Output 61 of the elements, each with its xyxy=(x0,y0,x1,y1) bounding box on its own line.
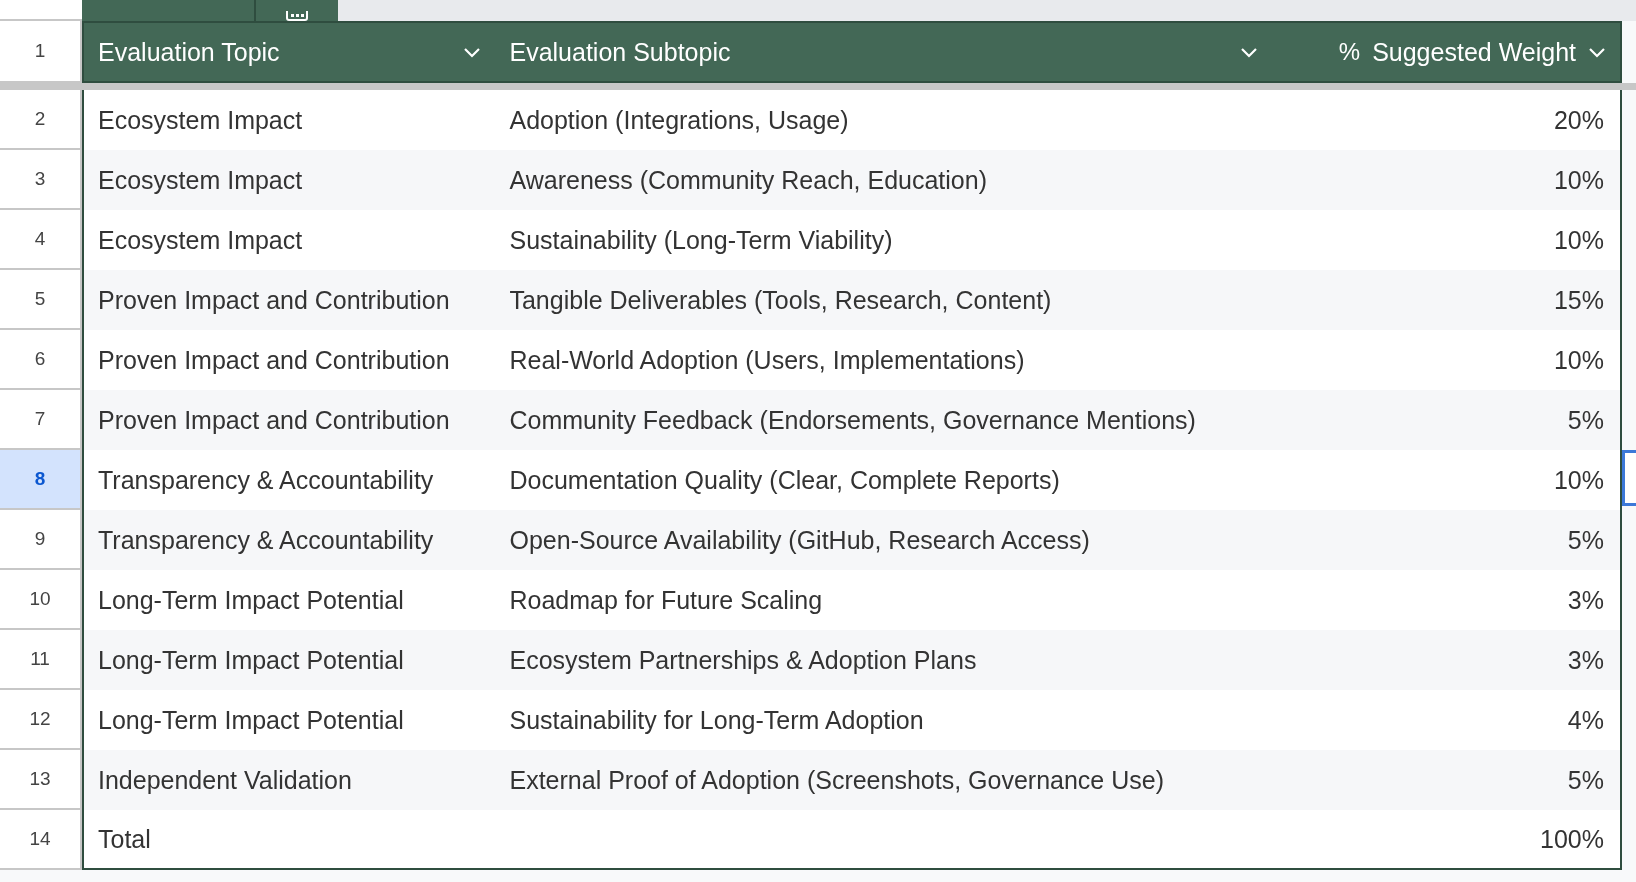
dropdown-chevron-icon[interactable] xyxy=(463,46,482,58)
table-cell-text: Ecosystem Impact xyxy=(97,164,304,196)
table-cell-text: Open-Source Availability (GitHub, Research Access) xyxy=(508,524,1091,556)
table-view-tab[interactable] xyxy=(256,0,338,21)
table-icon xyxy=(286,11,308,21)
table-cell-text: Documentation Quality (Clear, Complete Reports) xyxy=(508,464,1061,496)
table-cell-text: Ecosystem Partnerships & Adoption Plans xyxy=(508,644,978,676)
table-cell-text: 5% xyxy=(1566,764,1605,796)
row-number[interactable]: 5 xyxy=(0,270,82,330)
table-cell-text: 10% xyxy=(1552,164,1605,196)
table-cell-text: Proven Impact and Contribution xyxy=(97,404,451,436)
table-cell-text: 5% xyxy=(1566,524,1605,556)
table-cell-text: 10% xyxy=(1552,464,1605,496)
table-cell-text: Tangible Deliverables (Tools, Research, Content) xyxy=(508,284,1053,316)
table-cell-text: 4% xyxy=(1566,704,1605,736)
table-cell-text: 5% xyxy=(1566,404,1605,436)
row-number[interactable]: 12 xyxy=(0,690,82,750)
table-cell-text: Real-World Adoption (Users, Implementations) xyxy=(508,344,1026,376)
table-cell-text: Total xyxy=(97,823,152,855)
table-cell-text: Independent Validation xyxy=(97,764,353,796)
row-number[interactable]: 2 xyxy=(0,90,82,150)
table-cell-text: Long-Term Impact Potential xyxy=(97,584,405,616)
table-cell-text: 10% xyxy=(1552,224,1605,256)
table-cell-text: 3% xyxy=(1566,584,1605,616)
row-number[interactable]: 13 xyxy=(0,750,82,810)
table-cell-text: Sustainability (Long-Term Viability) xyxy=(508,224,894,256)
row-number[interactable]: 11 xyxy=(0,630,82,690)
row-number[interactable]: 10 xyxy=(0,570,82,630)
row-number[interactable]: 3 xyxy=(0,150,82,210)
table-cell-text: Transparency & Accountability xyxy=(97,464,435,496)
table-cell-text: External Proof of Adoption (Screenshots, Governance Use) xyxy=(508,764,1165,796)
dropdown-chevron-icon[interactable] xyxy=(1588,46,1606,58)
table-cell-text: 10% xyxy=(1552,344,1605,376)
row-number[interactable]: 8 xyxy=(0,450,82,510)
table-cell-text: Sustainability for Long-Term Adoption xyxy=(508,704,925,736)
row-number[interactable]: 1 xyxy=(0,21,82,83)
table-cell-text: Roadmap for Future Scaling xyxy=(508,584,824,616)
column-type-icon: % xyxy=(1338,38,1361,66)
row-number[interactable]: 7 xyxy=(0,390,82,450)
dropdown-chevron-icon[interactable] xyxy=(1240,46,1259,58)
table-cell-text: Awareness (Community Reach, Education) xyxy=(508,164,988,196)
table-cell-text: Long-Term Impact Potential xyxy=(97,644,405,676)
table-cell-text: Long-Term Impact Potential xyxy=(97,704,405,736)
column-header[interactable]: Evaluation Topic xyxy=(84,23,496,81)
table-cell-text: Proven Impact and Contribution xyxy=(97,344,451,376)
table-cell-text: Proven Impact and Contribution xyxy=(97,284,451,316)
table-cell-text: 20% xyxy=(1552,104,1605,136)
table-cell-text: Adoption (Integrations, Usage) xyxy=(508,104,850,136)
table-cell-text: Community Feedback (Endorsements, Governance Mentions) xyxy=(508,404,1197,436)
row-number[interactable]: 4 xyxy=(0,210,82,270)
table-cell-text: Transparency & Accountability xyxy=(97,524,435,556)
table-cell-text: 3% xyxy=(1566,644,1605,676)
row-number[interactable]: 6 xyxy=(0,330,82,390)
table-cell-text: 100% xyxy=(1539,823,1605,855)
table-cell-text: Ecosystem Impact xyxy=(97,104,304,136)
table-cell-text: 15% xyxy=(1552,284,1605,316)
row-number[interactable]: 14 xyxy=(0,810,82,870)
row-number[interactable]: 9 xyxy=(0,510,82,570)
column-header[interactable]: % Suggested Weight xyxy=(1272,23,1620,81)
table-cell-text: Ecosystem Impact xyxy=(97,224,304,256)
column-header[interactable]: Evaluation Subtopic xyxy=(495,23,1273,81)
